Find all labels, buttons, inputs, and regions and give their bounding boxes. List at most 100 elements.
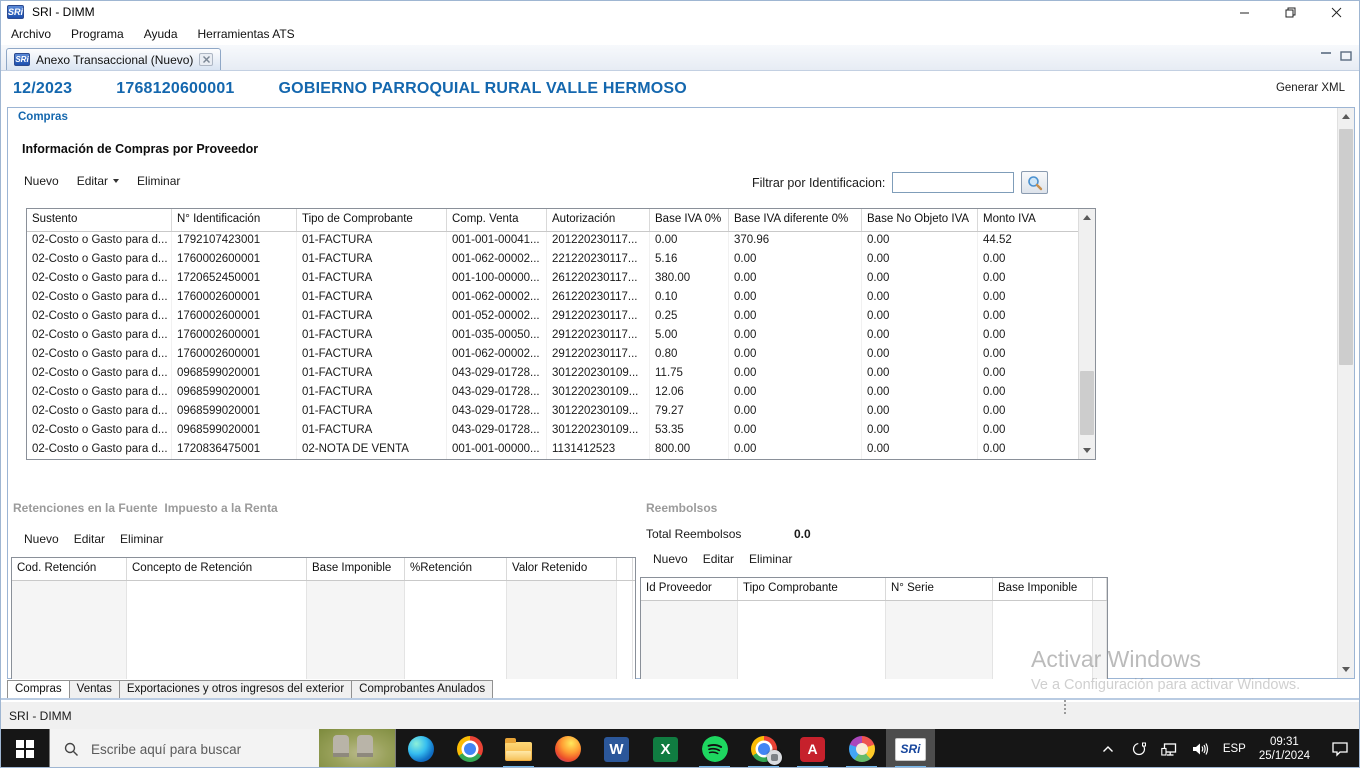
scrollbar-thumb[interactable] bbox=[1339, 129, 1353, 365]
scrollbar-thumb[interactable] bbox=[1080, 371, 1094, 435]
table-row[interactable]: 02-Costo o Gasto para d... 0968599020001 0… bbox=[27, 422, 1078, 441]
tab-exportaciones[interactable]: Exportaciones y otros ingresos del exter… bbox=[119, 680, 353, 698]
hidden-icons-chevron-icon[interactable] bbox=[1099, 745, 1117, 753]
table-row[interactable]: 02-Costo o Gasto para d... 1720836475001 0… bbox=[27, 441, 1078, 459]
tab-close-icon[interactable] bbox=[199, 53, 214, 66]
folder-taskbar-icon[interactable] bbox=[494, 729, 543, 767]
generar-xml-link[interactable]: Generar XML bbox=[1276, 82, 1345, 94]
panel-minimize-icon[interactable] bbox=[1320, 48, 1332, 66]
column-header[interactable]: N° Identificación bbox=[172, 209, 297, 231]
reemb-editar-button[interactable]: Editar bbox=[703, 552, 734, 566]
column-header[interactable]: Concepto de Retención bbox=[127, 558, 307, 580]
reembolsos-title: Reembolsos bbox=[646, 501, 718, 515]
volume-icon[interactable] bbox=[1192, 742, 1210, 756]
sync-tray-icon[interactable] bbox=[1130, 741, 1148, 757]
tab-compras[interactable]: Compras bbox=[7, 680, 70, 698]
acrobat-taskbar-icon[interactable]: A bbox=[788, 729, 837, 767]
panel-maximize-icon[interactable] bbox=[1340, 48, 1352, 66]
table-cell: 800.00 bbox=[650, 441, 729, 459]
chrome-taskbar-icon[interactable] bbox=[445, 729, 494, 767]
scroll-down-icon[interactable] bbox=[1079, 442, 1095, 459]
table-row[interactable]: 02-Costo o Gasto para d... 0968599020001 0… bbox=[27, 384, 1078, 403]
column-header[interactable]: Base Imponible bbox=[307, 558, 405, 580]
sri-taskbar-icon[interactable]: SRi bbox=[886, 729, 935, 767]
menu-ayuda[interactable]: Ayuda bbox=[134, 25, 188, 43]
table-cell: 043-029-01728... bbox=[447, 422, 547, 441]
app-logo-icon: SRi bbox=[7, 5, 24, 19]
search-icon bbox=[64, 742, 78, 756]
column-header[interactable]: Cod. Retención bbox=[12, 558, 127, 580]
column-header[interactable] bbox=[1093, 578, 1107, 600]
table-row[interactable]: 02-Costo o Gasto para d... 1760002600001 0… bbox=[27, 346, 1078, 365]
nuevo-button[interactable]: Nuevo bbox=[24, 174, 59, 188]
table-cell: 02-Costo o Gasto para d... bbox=[27, 308, 172, 327]
paint-taskbar-icon[interactable] bbox=[837, 729, 886, 767]
network-icon[interactable] bbox=[1161, 742, 1179, 757]
table-cell: 380.00 bbox=[650, 270, 729, 289]
excel-taskbar-icon[interactable]: X bbox=[641, 729, 690, 767]
ret-editar-button[interactable]: Editar bbox=[74, 532, 105, 546]
column-header[interactable]: Base No Objeto IVA bbox=[862, 209, 978, 231]
filter-input[interactable] bbox=[892, 172, 1015, 193]
column-header[interactable]: %Retención bbox=[405, 558, 507, 580]
restore-icon[interactable] bbox=[1267, 1, 1313, 23]
search-highlight-image[interactable] bbox=[319, 729, 395, 767]
column-header[interactable]: Base IVA diferente 0% bbox=[729, 209, 862, 231]
table-cell: 1760002600001 bbox=[172, 251, 297, 270]
column-header[interactable]: Comp. Venta bbox=[447, 209, 547, 231]
table-cell: 0.00 bbox=[862, 422, 978, 441]
column-header[interactable]: Base IVA 0% bbox=[650, 209, 729, 231]
column-header[interactable]: Tipo de Comprobante bbox=[297, 209, 447, 231]
action-center-icon[interactable] bbox=[1331, 741, 1349, 757]
edge-taskbar-icon[interactable] bbox=[396, 729, 445, 767]
scroll-up-icon[interactable] bbox=[1338, 108, 1354, 125]
tab-comprobantes-anulados[interactable]: Comprobantes Anulados bbox=[352, 680, 494, 698]
column-header[interactable]: Tipo Comprobante bbox=[738, 578, 886, 600]
taskbar-search[interactable]: Escribe aquí para buscar bbox=[49, 729, 396, 767]
table-row[interactable]: 02-Costo o Gasto para d... 0968599020001 0… bbox=[27, 365, 1078, 384]
word-taskbar-icon[interactable]: W bbox=[592, 729, 641, 767]
scroll-down-icon[interactable] bbox=[1338, 661, 1354, 678]
table-row[interactable]: 02-Costo o Gasto para d... 1720652450001 0… bbox=[27, 270, 1078, 289]
splitter-handle[interactable] bbox=[1064, 700, 1066, 714]
spotify-taskbar-icon[interactable] bbox=[690, 729, 739, 767]
table-row[interactable]: 02-Costo o Gasto para d... 1760002600001 0… bbox=[27, 289, 1078, 308]
search-button[interactable] bbox=[1021, 171, 1049, 194]
minimize-icon[interactable] bbox=[1221, 1, 1267, 23]
table-row[interactable]: 02-Costo o Gasto para d... 1760002600001 0… bbox=[27, 251, 1078, 270]
table-row[interactable]: 02-Costo o Gasto para d... 1760002600001 0… bbox=[27, 327, 1078, 346]
menu-archivo[interactable]: Archivo bbox=[1, 25, 61, 43]
start-button[interactable] bbox=[1, 729, 49, 767]
menu-herramientas-ats[interactable]: Herramientas ATS bbox=[188, 25, 305, 43]
column-header[interactable]: Autorización bbox=[547, 209, 650, 231]
column-header[interactable]: Valor Retenido bbox=[507, 558, 617, 580]
ret-eliminar-button[interactable]: Eliminar bbox=[120, 532, 163, 546]
column-header[interactable]: Base Imponible bbox=[993, 578, 1093, 600]
firefox-taskbar-icon[interactable] bbox=[543, 729, 592, 767]
reemb-eliminar-button[interactable]: Eliminar bbox=[749, 552, 792, 566]
scroll-up-icon[interactable] bbox=[1079, 209, 1095, 226]
meet-taskbar-icon[interactable] bbox=[739, 729, 788, 767]
ret-nuevo-button[interactable]: Nuevo bbox=[24, 532, 59, 546]
column-header[interactable]: N° Serie bbox=[886, 578, 993, 600]
table-cell: 1792107423001 bbox=[172, 232, 297, 251]
column-header[interactable]: Monto IVA bbox=[978, 209, 1078, 231]
reemb-nuevo-button[interactable]: Nuevo bbox=[653, 552, 688, 566]
clock[interactable]: 09:31 25/1/2024 bbox=[1259, 735, 1310, 763]
menu-programa[interactable]: Programa bbox=[61, 25, 134, 43]
table-cell: 001-062-00002... bbox=[447, 251, 547, 270]
close-icon[interactable] bbox=[1313, 1, 1359, 23]
compras-table-scrollbar[interactable] bbox=[1078, 209, 1095, 459]
column-header[interactable]: Sustento bbox=[27, 209, 172, 231]
panel-scrollbar[interactable] bbox=[1337, 108, 1354, 678]
table-row[interactable]: 02-Costo o Gasto para d... 1792107423001 0… bbox=[27, 232, 1078, 251]
table-row[interactable]: 02-Costo o Gasto para d... 1760002600001 0… bbox=[27, 308, 1078, 327]
editar-button[interactable]: Editar bbox=[77, 174, 120, 188]
language-indicator[interactable]: ESP bbox=[1223, 743, 1246, 755]
tab-anexo-transaccional[interactable]: SRi Anexo Transaccional (Nuevo) bbox=[6, 48, 222, 70]
column-header[interactable]: Id Proveedor bbox=[641, 578, 738, 600]
tab-ventas[interactable]: Ventas bbox=[69, 680, 120, 698]
table-row[interactable]: 02-Costo o Gasto para d... 0968599020001 0… bbox=[27, 403, 1078, 422]
column-header[interactable] bbox=[617, 558, 633, 580]
eliminar-button[interactable]: Eliminar bbox=[137, 174, 180, 188]
